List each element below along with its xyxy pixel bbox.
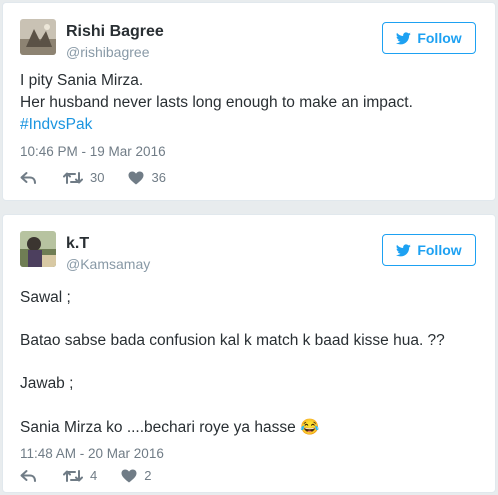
- tweet-line: Batao sabse bada confusion kal k match k…: [20, 332, 445, 349]
- twitter-bird-icon: [396, 31, 412, 45]
- action-bar: 4 2: [20, 468, 151, 483]
- tweet-line: Sania Mirza ko ....bechari roye ya hasse: [20, 419, 296, 436]
- reply-button[interactable]: [20, 469, 37, 483]
- tweet-line: Her husband never lasts long enough to m…: [20, 94, 413, 111]
- reply-icon: [20, 171, 37, 185]
- tweet-text: I pity Sania Mirza. Her husband never la…: [20, 70, 413, 136]
- tears-of-joy-emoji: 😂: [300, 419, 320, 436]
- retweet-count: 4: [90, 468, 98, 483]
- avatar[interactable]: [20, 19, 56, 55]
- retweet-button[interactable]: 4: [63, 468, 97, 483]
- reply-button[interactable]: [20, 171, 37, 185]
- like-button[interactable]: 36: [128, 170, 166, 185]
- follow-button[interactable]: Follow: [382, 22, 476, 54]
- like-button[interactable]: 2: [121, 468, 151, 483]
- retweet-button[interactable]: 30: [63, 170, 104, 185]
- user-handle[interactable]: @rishibagree: [66, 44, 149, 60]
- timestamp[interactable]: 10:46 PM - 19 Mar 2016: [20, 144, 166, 159]
- tweet-line: I pity Sania Mirza.: [20, 72, 144, 89]
- twitter-bird-icon: [396, 243, 412, 257]
- like-count: 2: [144, 468, 152, 483]
- tweet-line: Jawab ;: [20, 375, 74, 392]
- avatar[interactable]: [20, 231, 56, 267]
- action-bar: 30 36: [20, 170, 166, 185]
- user-handle[interactable]: @Kamsamay: [66, 256, 150, 272]
- tweet-card: k.T @Kamsamay Follow Sawal ; Batao sabse…: [2, 214, 496, 493]
- like-count: 36: [151, 170, 166, 185]
- heart-icon: [121, 469, 137, 483]
- tweet-line-with-emoji: Sania Mirza ko ....bechari roye ya hasse…: [20, 417, 319, 439]
- timestamp[interactable]: 11:48 AM - 20 Mar 2016: [20, 446, 164, 461]
- retweet-icon: [63, 171, 83, 185]
- follow-label: Follow: [417, 30, 462, 46]
- tweet-card: Rishi Bagree @rishibagree Follow I pity …: [2, 2, 496, 201]
- user-name[interactable]: Rishi Bagree: [66, 23, 164, 41]
- follow-label: Follow: [417, 242, 462, 258]
- retweet-count: 30: [90, 170, 105, 185]
- retweet-icon: [63, 469, 83, 483]
- hashtag-link[interactable]: #IndvsPak: [20, 114, 413, 136]
- user-name[interactable]: k.T: [66, 235, 89, 253]
- heart-icon: [128, 171, 144, 185]
- tweet-line: Sawal ;: [20, 289, 71, 306]
- reply-icon: [20, 469, 37, 483]
- follow-button[interactable]: Follow: [382, 234, 476, 266]
